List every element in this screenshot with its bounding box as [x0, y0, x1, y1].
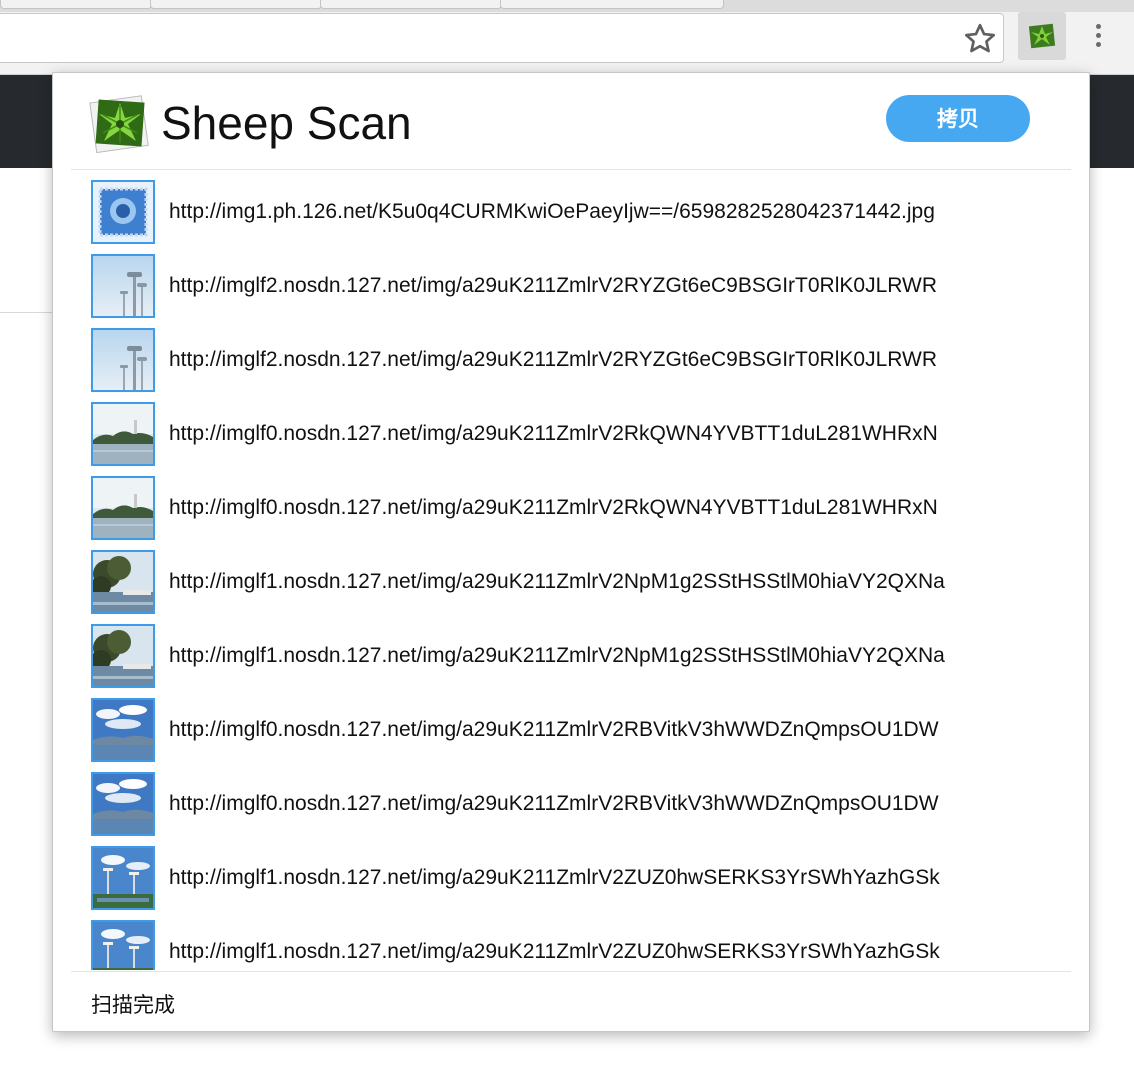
image-thumbnail[interactable] — [91, 846, 155, 910]
tab-strip — [0, 0, 1134, 12]
image-url-text[interactable]: http://imglf1.nosdn.127.net/img/a29uK211… — [169, 846, 1049, 910]
address-bar[interactable] — [0, 13, 1004, 63]
image-thumbnail[interactable] — [91, 920, 155, 970]
list-item[interactable]: http://imglf2.nosdn.127.net/img/a29uK211… — [91, 254, 1051, 322]
image-thumbnail[interactable] — [91, 254, 155, 318]
extension-popup: Sheep Scan 拷贝 http://img1.ph.126.net/K5u… — [52, 72, 1090, 1032]
list-item[interactable]: http://imglf0.nosdn.127.net/img/a29uK211… — [91, 476, 1051, 544]
image-thumbnail[interactable] — [91, 698, 155, 762]
image-url-text[interactable]: http://imglf2.nosdn.127.net/img/a29uK211… — [169, 254, 1049, 318]
list-item[interactable]: http://imglf0.nosdn.127.net/img/a29uK211… — [91, 772, 1051, 840]
list-item[interactable]: http://imglf1.nosdn.127.net/img/a29uK211… — [91, 920, 1051, 970]
star-icon[interactable] — [962, 21, 998, 57]
header-divider — [71, 169, 1071, 170]
image-thumbnail[interactable] — [91, 624, 155, 688]
image-thumbnail[interactable] — [91, 550, 155, 614]
copy-button[interactable]: 拷贝 — [886, 95, 1030, 142]
image-url-text[interactable]: http://imglf1.nosdn.127.net/img/a29uK211… — [169, 550, 1049, 614]
image-url-text[interactable]: http://imglf1.nosdn.127.net/img/a29uK211… — [169, 624, 1049, 688]
image-thumbnail[interactable] — [91, 476, 155, 540]
list-item[interactable]: http://imglf0.nosdn.127.net/img/a29uK211… — [91, 698, 1051, 766]
image-url-text[interactable]: http://imglf1.nosdn.127.net/img/a29uK211… — [169, 920, 1049, 970]
list-item[interactable]: http://imglf1.nosdn.127.net/img/a29uK211… — [91, 846, 1051, 914]
status-text: 扫描完成 — [91, 993, 175, 1017]
image-url-text[interactable]: http://imglf0.nosdn.127.net/img/a29uK211… — [169, 698, 1049, 762]
image-url-text[interactable]: http://imglf0.nosdn.127.net/img/a29uK211… — [169, 772, 1049, 836]
footer-divider — [71, 971, 1071, 972]
image-url-text[interactable]: http://imglf2.nosdn.127.net/img/a29uK211… — [169, 328, 1049, 392]
browser-tab[interactable] — [320, 0, 502, 9]
image-url-text[interactable]: http://imglf0.nosdn.127.net/img/a29uK211… — [169, 476, 1049, 540]
image-thumbnail[interactable] — [91, 328, 155, 392]
image-url-list[interactable]: http://img1.ph.126.net/K5u0q4CURMKwiOePa… — [91, 180, 1051, 970]
sheep-scan-logo-icon — [89, 95, 149, 154]
browser-tab[interactable] — [150, 0, 322, 9]
app-title: Sheep Scan — [161, 97, 412, 149]
list-item[interactable]: http://imglf0.nosdn.127.net/img/a29uK211… — [91, 402, 1051, 470]
popup-header: Sheep Scan 拷贝 — [53, 73, 1089, 170]
image-thumbnail[interactable] — [91, 402, 155, 466]
page-divider — [0, 312, 60, 313]
leaf-icon — [1028, 23, 1056, 49]
image-url-text[interactable]: http://imglf0.nosdn.127.net/img/a29uK211… — [169, 402, 1049, 466]
list-item[interactable]: http://imglf2.nosdn.127.net/img/a29uK211… — [91, 328, 1051, 396]
browser-menu-icon[interactable] — [1090, 24, 1106, 54]
browser-tab[interactable] — [500, 0, 724, 9]
list-item[interactable]: http://imglf1.nosdn.127.net/img/a29uK211… — [91, 624, 1051, 692]
image-thumbnail[interactable] — [91, 180, 155, 244]
image-thumbnail[interactable] — [91, 772, 155, 836]
browser-tab[interactable] — [0, 0, 152, 9]
extension-button[interactable] — [1018, 12, 1066, 60]
list-item[interactable]: http://imglf1.nosdn.127.net/img/a29uK211… — [91, 550, 1051, 618]
browser-toolbar — [0, 12, 1134, 75]
list-item[interactable]: http://img1.ph.126.net/K5u0q4CURMKwiOePa… — [91, 180, 1051, 248]
image-url-text[interactable]: http://img1.ph.126.net/K5u0q4CURMKwiOePa… — [169, 180, 1049, 244]
